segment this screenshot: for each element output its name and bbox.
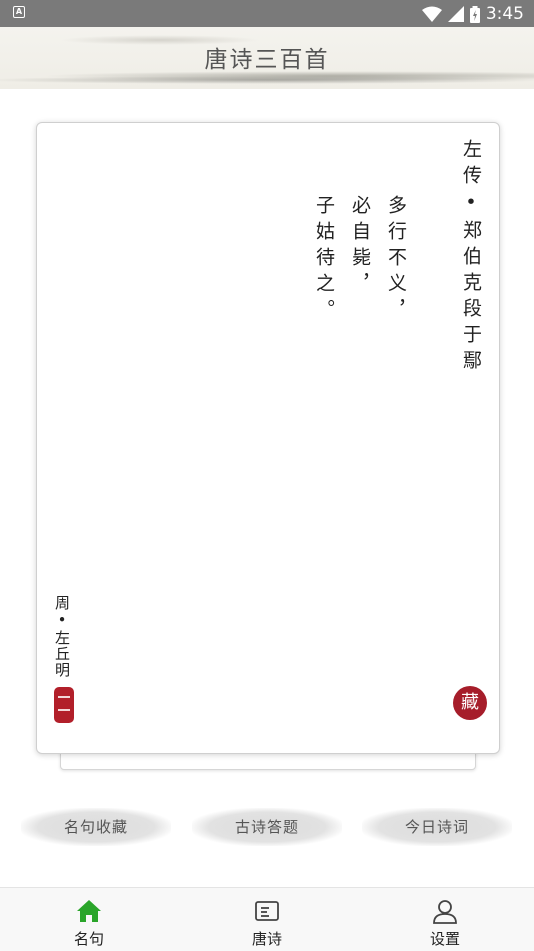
battery-icon [469,5,480,23]
article-icon [255,901,279,921]
seal-stamp-icon [54,687,74,723]
nav-label: 名句 [73,930,104,948]
notification-icon: A [13,6,25,18]
page-title: 唐诗三百首 [204,47,330,73]
quote-card[interactable]: 左传•郑伯克段于鄢 多行不义， 必自毙， 子姑待之。 周•左丘明 藏 [36,122,500,754]
quote-author: 周•左丘明 [53,595,71,678]
nav-label: 设置 [429,930,460,948]
ink-stroke [0,76,534,84]
quote-line: 必自毙， [349,195,371,299]
quiz-button[interactable]: 古诗答题 [192,804,342,850]
bottom-nav: 名句 唐诗 设置 [0,887,534,951]
daily-poem-button[interactable]: 今日诗词 [362,804,512,850]
quote-source: 左传•郑伯克段于鄢 [460,139,482,376]
status-bar: A 3:45 [0,0,534,27]
nav-item-tang-poems[interactable]: 唐诗 [207,888,327,951]
wifi-icon [421,6,442,22]
home-icon [77,900,101,922]
signal-icon [447,6,464,22]
nav-item-quotes[interactable]: 名句 [29,888,149,951]
favorite-button[interactable]: 藏 [453,686,487,720]
nav-item-settings[interactable]: 设置 [385,888,505,951]
nav-label: 唐诗 [251,930,282,948]
favorites-button[interactable]: 名句收藏 [21,804,171,850]
app-header: 唐诗三百首 [0,27,534,89]
user-icon [433,900,457,924]
quote-line: 子姑待之。 [313,195,335,325]
quote-line: 多行不义， [385,195,407,325]
status-time: 3:45 [485,4,524,24]
